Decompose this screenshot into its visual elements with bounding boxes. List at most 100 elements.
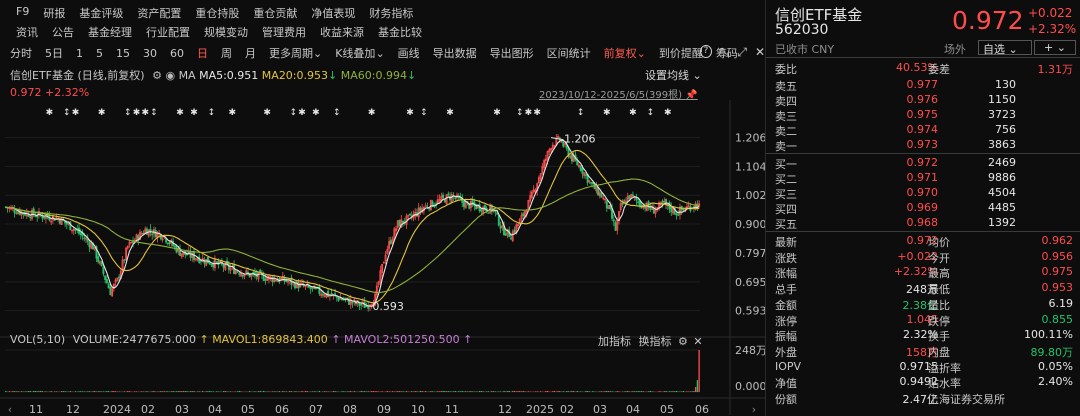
ma-settings-button[interactable]: 设置均线 ⌄ (645, 67, 702, 83)
stat-row: 涨停 1.045 跌停 0.855 (766, 312, 1080, 328)
value: 89.80万 (1030, 345, 1074, 359)
volume-bar (360, 390, 362, 392)
volume: 2469 (988, 156, 1016, 169)
volume-bar (461, 391, 463, 392)
label: 总手 (775, 283, 797, 297)
volume-bar (545, 390, 547, 392)
volume-bar (452, 391, 455, 392)
volume-bar (87, 391, 89, 392)
event-marker: ✱ (368, 108, 376, 118)
x-tick-label: 06 (695, 403, 709, 415)
volume-bar (278, 391, 281, 392)
volume-bar (423, 391, 425, 392)
collapse-icon[interactable]: ⤡ (720, 45, 730, 61)
value: 1.31万 (1037, 63, 1074, 76)
volume-bar (679, 391, 681, 392)
toolbar-item[interactable]: 15 (116, 47, 130, 60)
candle (360, 303, 363, 306)
label: 卖一 (775, 140, 797, 153)
candle (222, 265, 225, 268)
volume-info-bar: VOL(5,10) VOLUME:2477675.000 ↑ MAVOL1:86… (10, 333, 473, 346)
toolbar-item[interactable]: 分时 (10, 45, 32, 61)
toolbar-item[interactable]: 前复权⌄ (604, 45, 646, 61)
toolbar-item[interactable]: 区间统计 (547, 45, 591, 61)
toolbar-item[interactable]: 5日 (45, 45, 63, 61)
eye-icon[interactable]: ◉ (165, 69, 175, 82)
menu-item[interactable]: 基金经理 (88, 24, 132, 40)
menu-item[interactable]: 研报 (43, 5, 65, 21)
toolbar-item[interactable]: 画线 (398, 45, 420, 61)
toolbar-item[interactable]: 1 (76, 47, 83, 60)
x-tick-label: 05 (660, 403, 674, 415)
volume-bar (527, 391, 530, 392)
candle (504, 233, 507, 236)
menu-item[interactable]: 基金评级 (79, 5, 123, 21)
menu-item[interactable]: 净值表现 (311, 5, 355, 21)
menu-item[interactable]: 重仓持股 (195, 5, 239, 21)
event-marker: ✱ (406, 108, 414, 118)
candle (123, 259, 126, 261)
price: 0.977 (906, 78, 939, 91)
toolbar-item[interactable]: 周 (221, 45, 232, 61)
swap-indicator-button[interactable]: 换指标 (639, 335, 672, 348)
volume-bar (304, 390, 307, 392)
ask-level: 卖一 0.973 3863 (766, 137, 1080, 153)
expand-icon[interactable]: ⤢ (737, 45, 747, 61)
volume-bar (264, 391, 267, 392)
plus-button[interactable]: + ⌄ (1034, 40, 1076, 55)
volume-bar (640, 391, 643, 392)
volume-bar (506, 391, 509, 392)
candle (351, 301, 354, 304)
x-tick-label: 09 (377, 403, 391, 415)
volume-bar (658, 391, 660, 392)
menu-item[interactable]: 行业配置 (146, 24, 190, 40)
event-marker: ✱ (133, 108, 141, 118)
mavol1-value: MAVOL1:869843.400 (212, 333, 328, 346)
toolbar-item[interactable]: 月 (245, 45, 256, 61)
toolbar-item[interactable]: 5 (96, 47, 103, 60)
toolbar-item[interactable]: 导出数据 (433, 45, 477, 61)
toolbar-item[interactable]: K线叠加⌄ (335, 45, 384, 61)
add-indicator-button[interactable]: 加指标 (598, 335, 631, 348)
menu-item[interactable]: 重仓贡献 (253, 5, 297, 21)
gear-icon[interactable]: ⚙ (678, 335, 688, 348)
close-icon[interactable]: ✕ (693, 335, 702, 348)
toolbar-item[interactable]: 到价提醒 (659, 45, 703, 61)
toolbar-item[interactable]: 60 (170, 47, 184, 60)
volume-bar (588, 391, 591, 392)
x-tick-label: 02 (560, 403, 574, 415)
volume-bar (26, 391, 28, 392)
candle (409, 213, 411, 216)
close-icon[interactable]: ✕ (755, 45, 765, 61)
volume-bar (207, 391, 209, 392)
menu-item[interactable]: 资产配置 (137, 5, 181, 21)
toolbar-item[interactable]: 导出图形 (490, 45, 534, 61)
menu-item[interactable]: 财务指标 (369, 5, 413, 21)
help-icon[interactable]: ? (700, 45, 712, 58)
menu-item[interactable]: 资讯 (16, 24, 38, 40)
stat-row: 金额 2.38亿 量比 6.19 (766, 296, 1080, 312)
candle (173, 245, 176, 248)
y-tick-label: 0.900 (735, 218, 765, 231)
toolbar-item[interactable]: 更多周期⌄ (269, 45, 322, 61)
menu-item[interactable]: 收益来源 (320, 24, 364, 40)
menu-item[interactable]: F9 (16, 5, 29, 21)
menu-item[interactable]: 公告 (52, 24, 74, 40)
menu-item[interactable]: 基金比较 (378, 24, 422, 40)
menu-item[interactable]: 管理费用 (262, 24, 306, 40)
order-ratio-row: 委比 40.53% 委差 1.31万 (766, 60, 1080, 76)
candle (168, 242, 171, 244)
volume-bar (635, 391, 638, 392)
candle (151, 233, 154, 236)
volume-bar (217, 391, 220, 392)
value: 0.05% (1038, 359, 1073, 373)
toolbar-item[interactable]: 30 (143, 47, 157, 60)
add-watchlist-button[interactable]: 自选 ⌄ (978, 40, 1032, 56)
gear-icon[interactable]: ⚙ (152, 69, 162, 82)
bid-level: 买三 0.970 4504 (766, 185, 1080, 201)
volume-bar (88, 391, 91, 392)
menu-item[interactable]: 规模变动 (204, 24, 248, 40)
stat-row: 涨跌 +0.022 今开 0.956 (766, 249, 1080, 265)
toolbar-item[interactable]: 日 (197, 45, 208, 61)
volume-bar (498, 391, 500, 392)
